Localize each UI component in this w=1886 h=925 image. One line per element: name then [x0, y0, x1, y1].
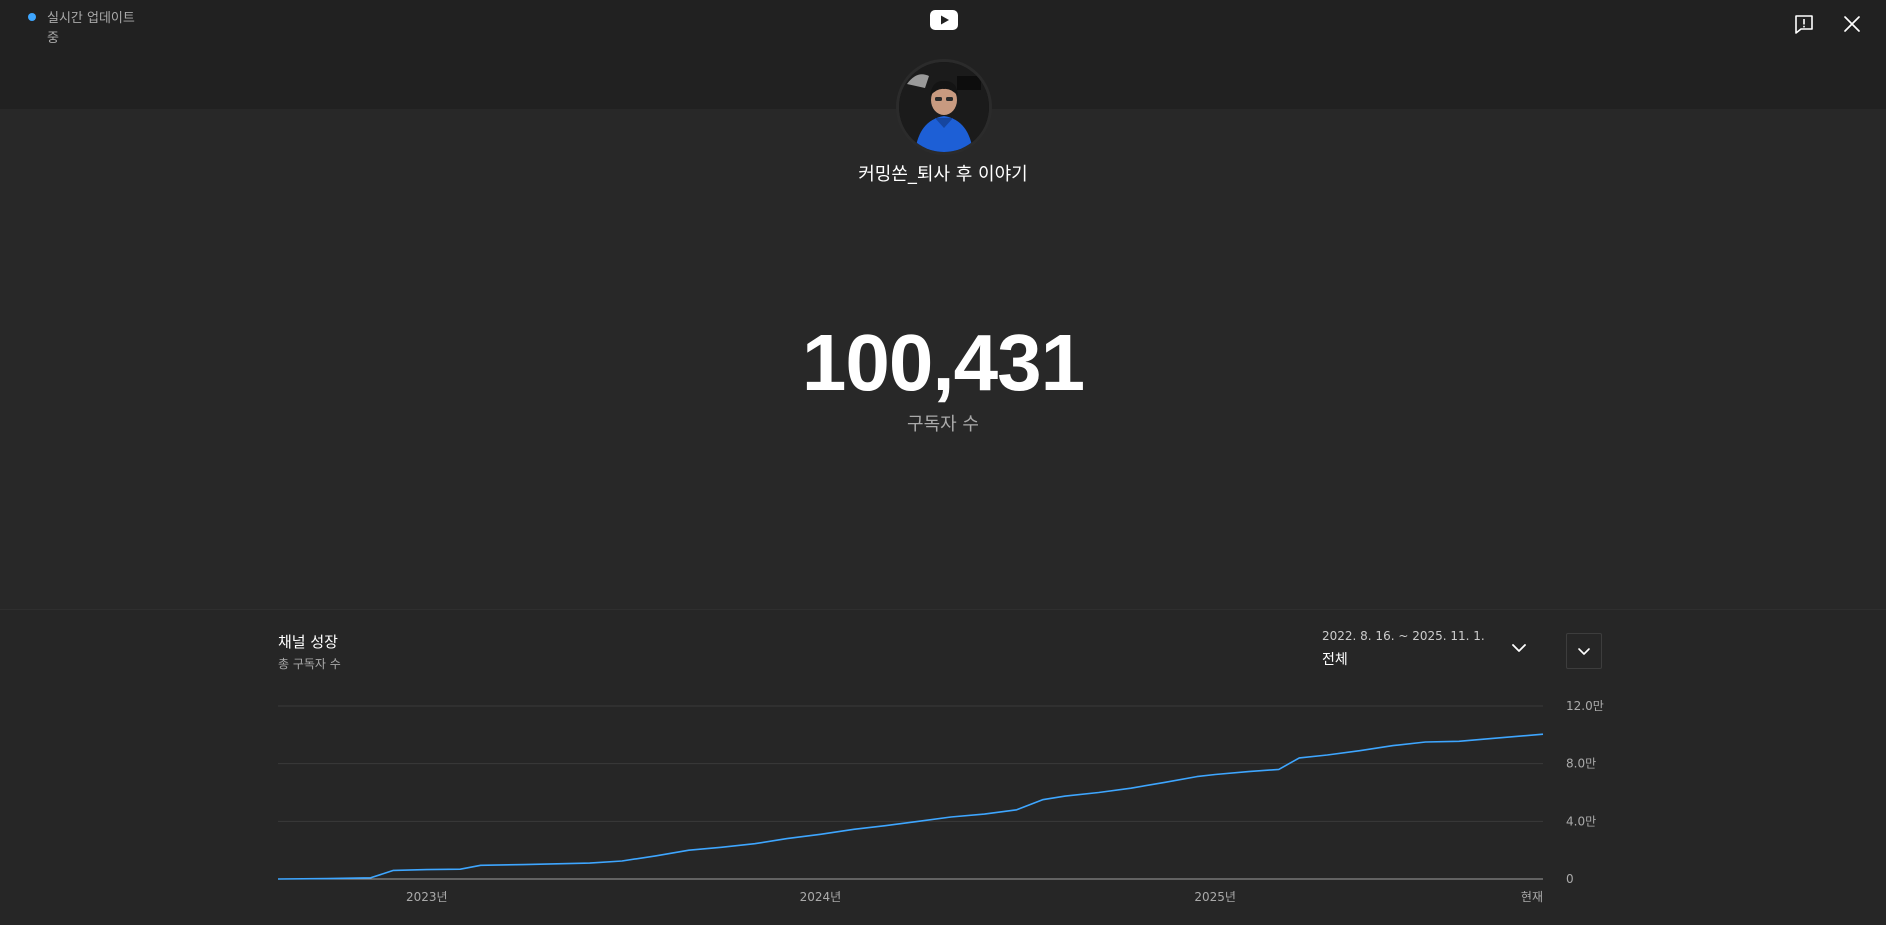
channel-avatar: [899, 62, 989, 152]
x-tick-label: 2025년: [1194, 890, 1236, 904]
subscriber-label: 구독자 수: [907, 414, 979, 435]
youtube-logo-icon[interactable]: [930, 9, 958, 31]
subscriber-growth-line: [277, 733, 1544, 880]
close-button[interactable]: [1834, 6, 1870, 42]
x-tick-label: 2023년: [406, 890, 448, 904]
avatar-image: [899, 62, 989, 152]
subscriber-count: 100,431: [801, 318, 1085, 407]
channel-growth-section: 채널 성장 총 구독자 수 2022. 8. 16. ~ 2025. 11. 1…: [0, 609, 1886, 925]
y-tick-label: 0: [1566, 872, 1574, 886]
y-tick-label: 8.0만: [1566, 757, 1596, 771]
close-icon: [1844, 16, 1860, 32]
subscriber-growth-chart: 0 4.0만 8.0만 12.0만 2023년 2024년 2025년 현재: [277, 699, 1604, 904]
x-tick-label: 현재: [1521, 890, 1543, 904]
y-tick-label: 4.0만: [1566, 814, 1596, 828]
live-update-indicator: 실시간 업데이트 중: [28, 9, 168, 49]
subscriber-counter-page: 실시간 업데이트 중 커밍쏜_퇴사 후 이야기 100,431 구독자 수 채널…: [0, 0, 1886, 925]
channel-name: 커밍쏜_퇴사 후 이야기: [858, 164, 1028, 185]
feedback-icon: [1795, 15, 1813, 34]
y-tick-label: 12.0만: [1566, 699, 1604, 713]
live-dot-icon: [28, 13, 36, 21]
feedback-button[interactable]: [1786, 6, 1822, 42]
x-tick-label: 2024년: [800, 890, 842, 904]
live-update-label: 실시간 업데이트 중: [47, 11, 135, 46]
